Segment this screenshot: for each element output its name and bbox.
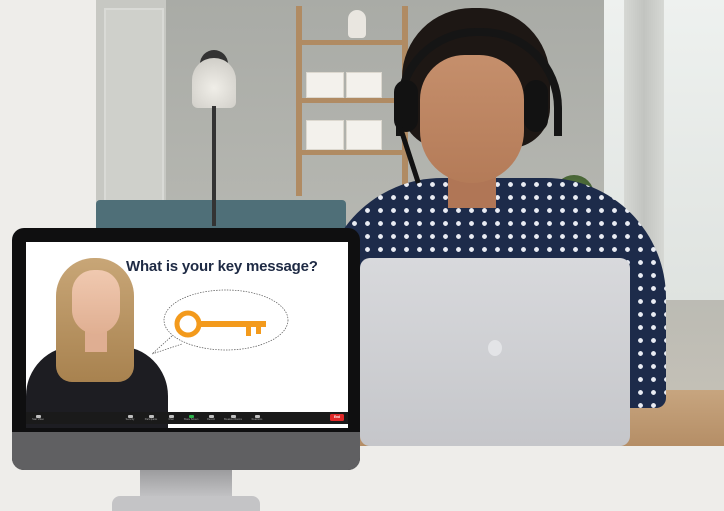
chat-label: Chat xyxy=(168,417,174,421)
record-label: Record xyxy=(207,417,215,421)
zoom-toolbar: Start Video Security Participants Chat S… xyxy=(26,412,348,424)
headset-earcup-right xyxy=(524,80,548,132)
share-screen-label: Share Screen xyxy=(183,417,199,421)
end-meeting-button[interactable]: End xyxy=(330,414,344,421)
storage-box xyxy=(306,120,344,150)
start-video-label: Start Video xyxy=(32,417,44,421)
reactions-button[interactable]: Reactions xyxy=(246,412,268,424)
record-button[interactable]: Record xyxy=(202,412,220,424)
chat-button[interactable]: Chat xyxy=(162,412,180,424)
lamp-pole xyxy=(212,106,216,226)
monitor-stand-foot xyxy=(112,496,260,511)
key-icon xyxy=(174,310,266,338)
shelf xyxy=(296,98,408,103)
shelf xyxy=(296,150,408,155)
start-video-button[interactable]: Start Video xyxy=(26,412,50,424)
storage-box xyxy=(306,72,344,98)
monitor-chin xyxy=(12,432,360,470)
presenter-face xyxy=(72,270,120,334)
reactions-label: Reactions xyxy=(251,417,263,421)
breakout-rooms-label: Breakout Rooms xyxy=(224,417,242,421)
shelf xyxy=(296,40,408,45)
participants-button[interactable]: Participants xyxy=(140,412,162,424)
security-button[interactable]: Security xyxy=(120,412,140,424)
slide-title: What is your key message? xyxy=(126,258,318,275)
zoom-meeting-screen: What is your key message? xyxy=(26,242,348,428)
laptop-logo-icon xyxy=(488,340,502,356)
headset-earcup-left xyxy=(394,80,418,132)
monitor: What is your key message? Start Video Se… xyxy=(12,228,360,470)
storage-box xyxy=(346,120,382,150)
security-label: Security xyxy=(125,417,135,421)
participants-label: Participants xyxy=(144,417,158,421)
vase xyxy=(348,10,366,38)
breakout-rooms-button[interactable]: Breakout Rooms xyxy=(220,412,246,424)
storage-box xyxy=(346,72,382,98)
share-screen-button[interactable]: Share Screen xyxy=(180,412,202,424)
lamp-shade xyxy=(192,58,236,108)
door xyxy=(104,8,164,212)
